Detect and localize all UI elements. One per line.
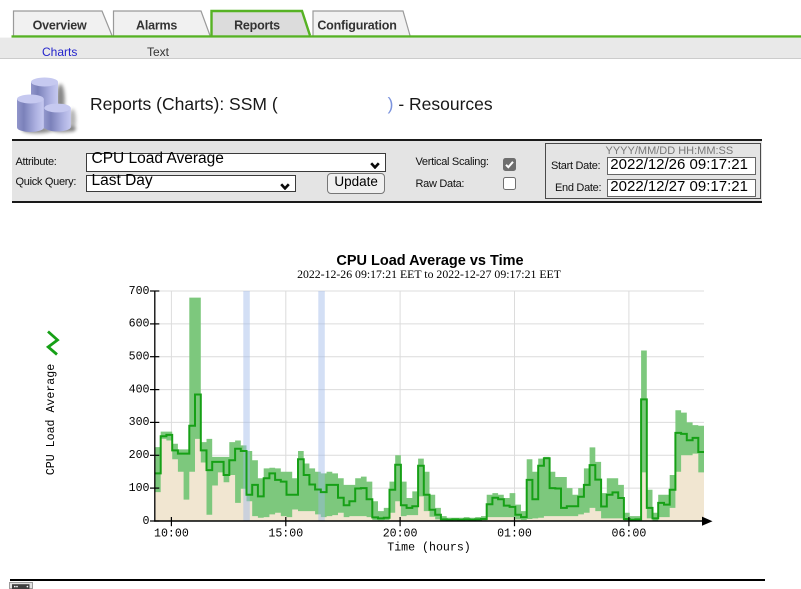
svg-text:2022-12-26 09:17:21 EET to 202: 2022-12-26 09:17:21 EET to 2022-12-27 09…	[297, 267, 562, 281]
svg-text:15:00: 15:00	[268, 527, 303, 540]
svg-text:01:00: 01:00	[497, 527, 532, 540]
svg-text:500: 500	[129, 351, 150, 364]
svg-text:600: 600	[129, 318, 150, 331]
svg-text:10:00: 10:00	[154, 527, 189, 540]
svg-text:200: 200	[129, 449, 150, 462]
svg-text:20:00: 20:00	[383, 527, 418, 540]
svg-text:700: 700	[129, 285, 150, 298]
svg-text:0: 0	[143, 515, 150, 528]
svg-text:Time (hours): Time (hours)	[387, 542, 471, 555]
svg-text:06:00: 06:00	[612, 527, 647, 540]
svg-text:300: 300	[129, 416, 150, 429]
svg-text:400: 400	[129, 383, 150, 396]
svg-text:CPU Load Average: CPU Load Average	[45, 364, 58, 475]
svg-text:100: 100	[129, 482, 150, 495]
